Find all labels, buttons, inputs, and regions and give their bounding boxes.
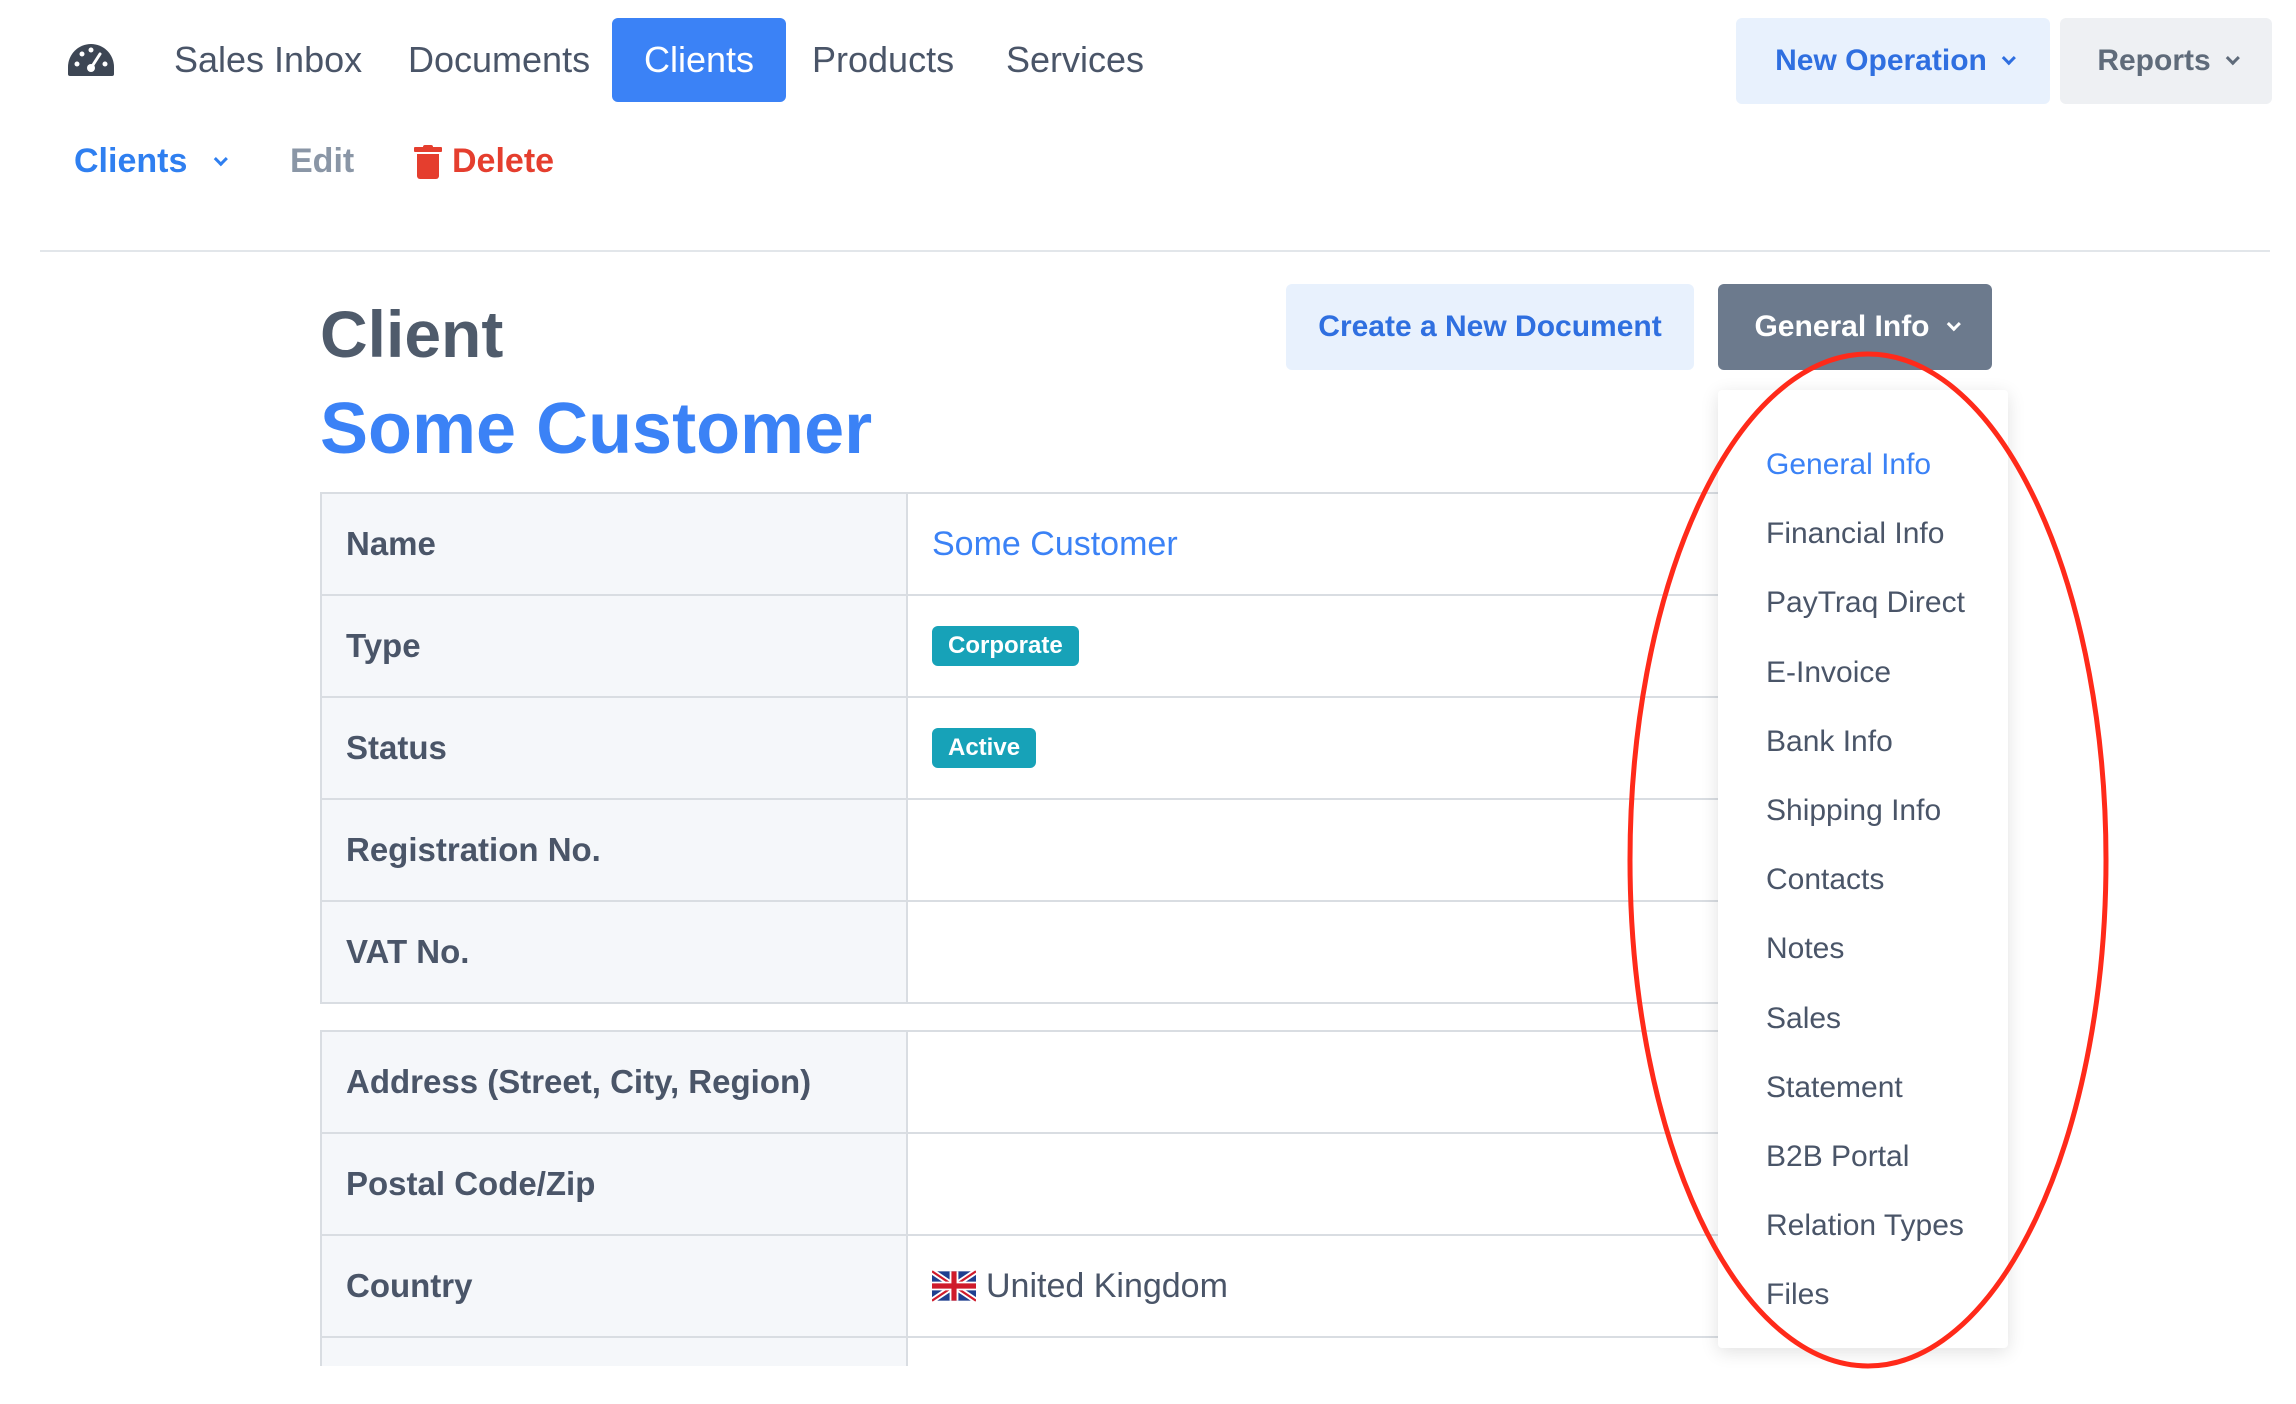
table-row: Type Corporate bbox=[322, 596, 1750, 698]
reports-label: Reports bbox=[2097, 44, 2211, 77]
menu-item-paytraq-direct[interactable]: PayTraq Direct bbox=[1718, 568, 2008, 637]
menu-item-relation-types[interactable]: Relation Types bbox=[1718, 1191, 2008, 1260]
nav-services[interactable]: Services bbox=[974, 18, 1176, 102]
delete-label: Delete bbox=[452, 142, 555, 180]
row-label: VAT No. bbox=[322, 902, 908, 1002]
menu-item-e-invoice[interactable]: E-Invoice bbox=[1718, 638, 2008, 707]
table-row: Registration No. bbox=[322, 800, 1750, 902]
general-info-dropdown-menu: General Info Financial Info PayTraq Dire… bbox=[1718, 390, 2008, 1348]
menu-item-notes[interactable]: Notes bbox=[1718, 914, 2008, 983]
dashboard-gauge-icon[interactable] bbox=[66, 42, 116, 78]
row-label: Registration No. bbox=[322, 800, 908, 900]
menu-item-sales[interactable]: Sales bbox=[1718, 984, 2008, 1053]
clients-menu-button[interactable]: Clients bbox=[74, 142, 229, 181]
table-row: VAT No. bbox=[322, 902, 1750, 1004]
row-value: Active bbox=[908, 698, 1750, 798]
edit-button[interactable]: Edit bbox=[290, 142, 354, 181]
header-divider bbox=[40, 250, 2270, 252]
table-row: Country United Kingdom bbox=[322, 1236, 1750, 1338]
row-label: Status bbox=[322, 698, 908, 798]
general-info-label: General Info bbox=[1754, 310, 1930, 343]
nav-products[interactable]: Products bbox=[780, 18, 986, 102]
type-badge: Corporate bbox=[932, 626, 1079, 666]
menu-item-files[interactable]: Files bbox=[1718, 1260, 2008, 1329]
row-value bbox=[908, 902, 1750, 1002]
menu-item-general-info[interactable]: General Info bbox=[1718, 430, 2008, 499]
row-label bbox=[322, 1338, 908, 1366]
status-badge: Active bbox=[932, 728, 1037, 768]
reports-button[interactable]: Reports bbox=[2060, 18, 2272, 104]
menu-item-shipping-info[interactable]: Shipping Info bbox=[1718, 776, 2008, 845]
nav-sales-inbox[interactable]: Sales Inbox bbox=[142, 18, 394, 102]
table-row: Name Some Customer bbox=[322, 494, 1750, 596]
nav-documents[interactable]: Documents bbox=[376, 18, 622, 102]
uk-flag-icon bbox=[932, 1270, 976, 1302]
client-address-table: Address (Street, City, Region) Postal Co… bbox=[320, 1030, 1750, 1366]
delete-button[interactable]: Delete bbox=[414, 142, 554, 181]
table-row: Postal Code/Zip bbox=[322, 1134, 1750, 1236]
clients-menu-label: Clients bbox=[74, 142, 188, 180]
client-name-link[interactable]: Some Customer bbox=[908, 494, 1750, 594]
general-info-dropdown-button[interactable]: General Info bbox=[1718, 284, 1992, 370]
table-row: Address (Street, City, Region) bbox=[322, 1032, 1750, 1134]
country-value: United Kingdom bbox=[986, 1266, 1228, 1305]
row-value: United Kingdom bbox=[908, 1236, 1750, 1336]
chevron-down-icon bbox=[1946, 317, 1961, 332]
chevron-down-icon bbox=[2225, 51, 2240, 66]
create-new-document-button[interactable]: Create a New Document bbox=[1286, 284, 1694, 370]
chevron-down-icon bbox=[214, 151, 229, 166]
chevron-down-icon bbox=[2001, 51, 2016, 66]
row-value bbox=[908, 1134, 1750, 1234]
menu-item-financial-info[interactable]: Financial Info bbox=[1718, 499, 2008, 568]
row-label: Country bbox=[322, 1236, 908, 1336]
row-label: Name bbox=[322, 494, 908, 594]
row-value bbox=[908, 800, 1750, 900]
menu-item-statement[interactable]: Statement bbox=[1718, 1053, 2008, 1122]
client-details-table: Name Some Customer Type Corporate Status… bbox=[320, 492, 1750, 1004]
row-value bbox=[908, 1032, 1750, 1132]
nav-clients[interactable]: Clients bbox=[612, 18, 787, 102]
menu-item-bank-info[interactable]: Bank Info bbox=[1718, 707, 2008, 776]
table-row: Status Active bbox=[322, 698, 1750, 800]
top-navigation: Sales Inbox Documents Clients Products S… bbox=[0, 0, 2296, 118]
row-label: Type bbox=[322, 596, 908, 696]
row-value bbox=[908, 1338, 1750, 1366]
client-name-heading: Some Customer bbox=[320, 389, 873, 469]
menu-item-contacts[interactable]: Contacts bbox=[1718, 845, 2008, 914]
page-title: Client bbox=[320, 297, 504, 371]
new-operation-label: New Operation bbox=[1775, 44, 1987, 77]
table-row bbox=[322, 1338, 1750, 1366]
new-operation-button[interactable]: New Operation bbox=[1736, 18, 2050, 104]
menu-item-b2b-portal[interactable]: B2B Portal bbox=[1718, 1122, 2008, 1191]
row-value: Corporate bbox=[908, 596, 1750, 696]
trash-icon bbox=[414, 144, 442, 179]
row-label: Postal Code/Zip bbox=[322, 1134, 908, 1234]
row-label: Address (Street, City, Region) bbox=[322, 1032, 908, 1132]
